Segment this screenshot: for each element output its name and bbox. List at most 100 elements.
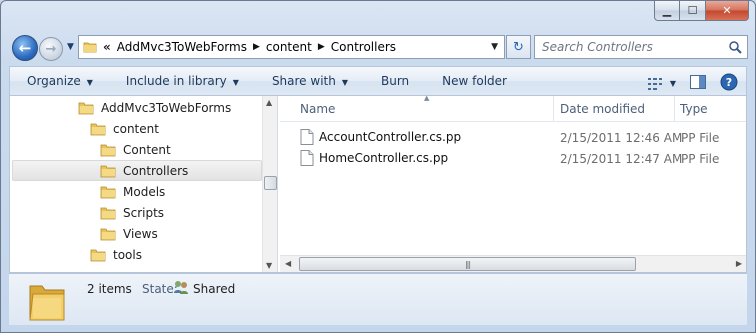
recent-pages-button[interactable]: ▼ (67, 42, 74, 52)
share-with-label: Share with (271, 74, 336, 88)
tree-item-controllers[interactable]: Controllers (12, 160, 262, 181)
column-header-row: ▲ Name Date modified Type (280, 94, 746, 122)
chevron-down-icon: ▼ (232, 78, 239, 87)
chevron-down-icon: ▼ (67, 42, 74, 52)
column-header-name[interactable]: Name (300, 102, 335, 116)
burn-button[interactable]: Burn (364, 74, 425, 88)
content-area: AddMvc3ToWebForms content Content Contro… (9, 94, 747, 273)
details-pane: 2 items State: Shared (9, 273, 747, 325)
search-input[interactable] (542, 40, 722, 54)
tree-item-addmvc3towebforms[interactable]: AddMvc3ToWebForms (78, 97, 231, 118)
file-type: PP File (681, 152, 720, 166)
close-button[interactable]: ✕ (706, 1, 749, 21)
scroll-up-icon[interactable]: ▲ (266, 98, 272, 107)
search-box[interactable] (534, 35, 748, 59)
column-header-date-modified[interactable]: Date modified (560, 102, 645, 116)
view-options-icon (647, 77, 662, 90)
shared-users-icon (173, 279, 189, 298)
tree-item-tools[interactable]: tools (90, 244, 142, 265)
tree-item-content[interactable]: Content (100, 139, 171, 160)
tree-item-label: content (113, 121, 159, 136)
column-header-type[interactable]: Type (680, 102, 708, 116)
file-name: HomeController.cs.pp (319, 151, 449, 165)
maximize-icon: ☐ (687, 4, 698, 17)
tree-item-models[interactable]: Models (100, 181, 165, 202)
document-icon (300, 129, 314, 145)
address-overflow-button[interactable]: « (103, 40, 111, 54)
breadcrumb-content[interactable]: content (266, 40, 312, 54)
search-icon[interactable] (728, 40, 742, 57)
scroll-down-icon[interactable]: ▼ (266, 261, 272, 270)
svg-text:?: ? (726, 76, 732, 89)
chevron-down-icon: ▼ (341, 78, 348, 87)
tree-item-views[interactable]: Views (100, 223, 158, 244)
preview-pane-button[interactable] (690, 75, 706, 92)
folder-icon (100, 186, 116, 198)
explorer-window: ▁ ☐ ✕ ← → ▼ « AddMvc3ToWebForms ▶ conten… (0, 0, 756, 333)
scrollbar-thumb[interactable]: ||| (299, 257, 636, 271)
file-name: AccountController.cs.pp (319, 130, 462, 144)
maximize-button[interactable]: ☐ (680, 1, 706, 21)
scroll-left-icon[interactable]: ◀ (285, 259, 291, 268)
address-dropdown-icon[interactable]: ▼ (491, 42, 498, 52)
file-date-modified: 2/15/2011 12:47 AM (560, 152, 683, 166)
folder-icon (100, 165, 116, 177)
tree-item-label: Controllers (123, 163, 189, 178)
tree-item-label: Scripts (123, 205, 165, 220)
close-icon: ✕ (722, 4, 732, 17)
file-list: ▲ Name Date modified Type AccountControl… (280, 94, 746, 272)
tree-item-content-lower[interactable]: content (90, 118, 159, 139)
minimize-button[interactable]: ▁ (654, 1, 680, 21)
include-in-library-button[interactable]: Include in library ▼ (109, 74, 255, 88)
file-name-cell[interactable]: HomeController.cs.pp (300, 150, 448, 166)
tree-item-label: tools (113, 247, 142, 262)
folder-icon (79, 40, 101, 54)
folder-icon (100, 207, 116, 219)
folder-icon (90, 249, 106, 261)
view-controls: ▼ ? (647, 73, 738, 94)
file-date-modified: 2/15/2011 12:46 AM (560, 131, 683, 145)
breadcrumb-addmvc3towebforms[interactable]: AddMvc3ToWebForms (117, 40, 247, 54)
tree-item-label: Views (123, 226, 158, 241)
file-name-cell[interactable]: AccountController.cs.pp (300, 129, 461, 145)
help-button[interactable]: ? (720, 73, 738, 94)
refresh-button[interactable]: ↻ (506, 35, 531, 59)
scrollbar-thumb[interactable] (264, 176, 277, 190)
breadcrumb-separator-icon[interactable]: ▶ (318, 42, 325, 52)
organize-button[interactable]: Organize ▼ (10, 74, 109, 88)
navigation-pane[interactable]: AddMvc3ToWebForms content Content Contro… (10, 96, 278, 272)
column-divider[interactable] (553, 96, 554, 122)
navigation-pane-scrollbar[interactable]: ▲ ▼ (262, 96, 277, 272)
back-button[interactable]: ← (12, 35, 38, 61)
navigation-bar: ← → ▼ « AddMvc3ToWebForms ▶ content ▶ Co… (9, 32, 748, 62)
folder-icon (100, 144, 116, 156)
share-with-button[interactable]: Share with ▼ (255, 74, 364, 88)
file-row[interactable]: AccountController.cs.pp 2/15/2011 12:46 … (280, 127, 746, 148)
folder-icon (90, 123, 106, 135)
forward-button[interactable]: → (39, 37, 63, 61)
change-view-button[interactable]: ▼ (647, 77, 676, 90)
address-bar[interactable]: « AddMvc3ToWebForms ▶ content ▶ Controll… (78, 35, 505, 59)
chevron-down-icon: ▼ (86, 78, 93, 87)
caption-buttons: ▁ ☐ ✕ (654, 1, 749, 21)
command-bar: Organize ▼ Include in library ▼ Share with… (9, 66, 747, 96)
new-folder-button[interactable]: New folder (425, 74, 523, 88)
refresh-icon: ↻ (513, 39, 524, 55)
preview-pane-icon (690, 75, 706, 89)
folder-icon (29, 285, 65, 321)
scroll-right-icon[interactable]: ▶ (736, 259, 742, 268)
back-arrow-icon: ← (18, 39, 32, 57)
folder-icon (78, 102, 94, 114)
file-type: PP File (681, 131, 720, 145)
document-icon (300, 150, 314, 166)
file-row[interactable]: HomeController.cs.pp 2/15/2011 12:47 AM … (280, 148, 746, 169)
minimize-icon: ▁ (662, 4, 672, 17)
breadcrumb-separator-icon[interactable]: ▶ (253, 42, 260, 52)
column-divider[interactable] (674, 96, 675, 122)
file-list-scrollbar[interactable]: ◀ ||| ▶ (280, 255, 746, 272)
breadcrumb-controllers[interactable]: Controllers (331, 40, 396, 54)
item-count: 2 items (87, 282, 132, 296)
tree-item-label: AddMvc3ToWebForms (101, 100, 232, 115)
tree-item-scripts[interactable]: Scripts (100, 202, 164, 223)
organize-label: Organize (27, 74, 81, 88)
